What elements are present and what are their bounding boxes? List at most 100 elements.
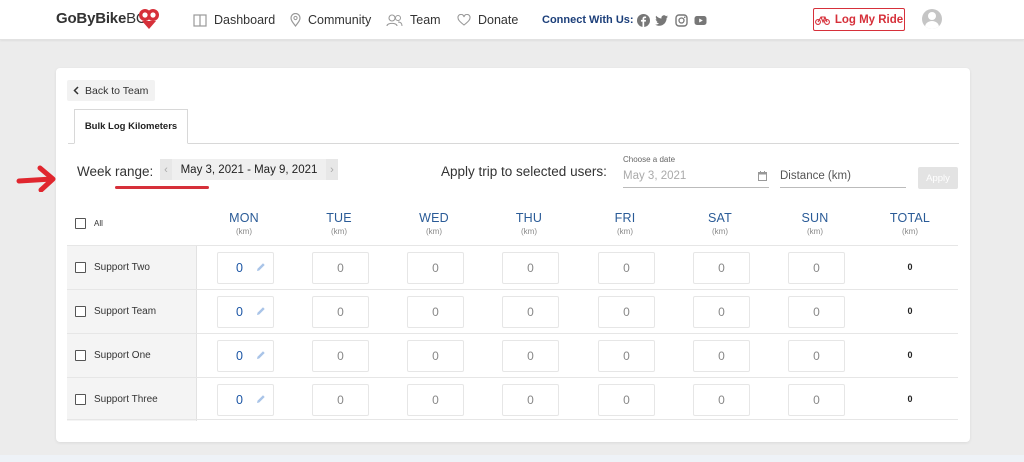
wed-km-input[interactable]: 0 [407, 340, 464, 372]
fri-km-input[interactable]: 0 [598, 296, 655, 328]
row-checkbox[interactable] [75, 350, 86, 361]
wed-km-input[interactable]: 0 [407, 384, 464, 416]
nav-dashboard[interactable]: Dashboard [193, 13, 275, 27]
wed-km-input[interactable]: 0 [407, 252, 464, 284]
user-name: Support Two [94, 262, 150, 273]
book-icon [193, 13, 207, 27]
pencil-icon[interactable] [256, 350, 266, 360]
sat-km-input[interactable]: 0 [693, 384, 750, 416]
column-fri: FRI (km) [590, 211, 660, 236]
pencil-icon[interactable] [256, 394, 266, 404]
date-caption: Choose a date [623, 155, 676, 164]
column-sat: SAT (km) [685, 211, 755, 236]
fri-km-input[interactable]: 0 [598, 340, 655, 372]
user-avatar[interactable] [922, 9, 942, 29]
previous-week-button[interactable]: ‹ [160, 159, 172, 180]
row-checkbox[interactable] [75, 262, 86, 273]
row-name-cell[interactable]: Support Two [67, 246, 197, 289]
nav-team[interactable]: Team [386, 13, 441, 27]
unit-label: (km) [521, 227, 537, 236]
fri-km-input[interactable]: 0 [598, 384, 655, 416]
column-sun: SUN (km) [780, 211, 850, 236]
connect-label: Connect With Us: [542, 14, 634, 26]
table-bottom-border [67, 419, 958, 420]
table-row: Support Two 0 0 0 0 0 0 0 0 [67, 245, 958, 289]
row-checkbox[interactable] [75, 306, 86, 317]
select-all-checkbox[interactable] [75, 218, 86, 229]
mon-km-input[interactable]: 0 [217, 252, 274, 284]
cell-value: 0 [236, 261, 243, 275]
site-logo[interactable]: GoByBikeBC [56, 10, 147, 27]
tab-divider [68, 143, 959, 144]
unit-label: (km) [426, 227, 442, 236]
sun-km-input[interactable]: 0 [788, 252, 845, 284]
avatar-head [928, 12, 936, 20]
day-label: WED [419, 211, 449, 225]
nav-community[interactable]: Community [290, 13, 371, 27]
bulk-log-card: Back to Team Bulk Log Kilometers Week ra… [56, 68, 970, 442]
unit-label: (km) [807, 227, 823, 236]
wed-km-input[interactable]: 0 [407, 296, 464, 328]
nav-team-label: Team [410, 13, 441, 27]
day-label: SUN [801, 211, 829, 225]
date-input[interactable]: May 3, 2021 [623, 169, 769, 188]
page-bottom-strip [0, 455, 1024, 462]
tue-km-input[interactable]: 0 [312, 384, 369, 416]
twitter-icon[interactable] [655, 14, 668, 27]
tue-km-input[interactable]: 0 [312, 340, 369, 372]
sat-km-input[interactable]: 0 [693, 340, 750, 372]
date-input-value: May 3, 2021 [623, 170, 687, 182]
week-range-value[interactable]: May 3, 2021 - May 9, 2021 [172, 159, 326, 180]
mon-km-input[interactable]: 0 [217, 296, 274, 328]
sat-km-input[interactable]: 0 [693, 252, 750, 284]
cell-value: 0 [236, 349, 243, 363]
row-name-cell[interactable]: Support One [67, 334, 197, 377]
cell-value: 0 [236, 305, 243, 319]
select-all[interactable]: All [75, 218, 103, 229]
day-label: MON [229, 211, 259, 225]
back-to-team-label: Back to Team [85, 84, 149, 97]
tue-km-input[interactable]: 0 [312, 252, 369, 284]
sun-km-input[interactable]: 0 [788, 340, 845, 372]
user-name: Support Team [94, 306, 157, 317]
day-label: TOTAL [889, 211, 931, 225]
day-label: TUE [326, 211, 352, 225]
facebook-icon[interactable] [637, 14, 650, 27]
map-pin-icon [290, 13, 301, 27]
row-checkbox[interactable] [75, 394, 86, 405]
annotation-underline [115, 186, 209, 189]
thu-km-input[interactable]: 0 [502, 340, 559, 372]
fri-km-input[interactable]: 0 [598, 252, 655, 284]
apply-button[interactable]: Apply [918, 167, 958, 189]
row-name-cell[interactable]: Support Three [67, 378, 197, 421]
nav-donate[interactable]: Donate [457, 13, 518, 27]
sun-km-input[interactable]: 0 [788, 384, 845, 416]
avatar-body [925, 21, 939, 29]
pencil-icon[interactable] [256, 306, 266, 316]
back-to-team-button[interactable]: Back to Team [67, 80, 156, 101]
nav-community-label: Community [308, 13, 372, 27]
sun-km-input[interactable]: 0 [788, 296, 845, 328]
pencil-icon[interactable] [256, 262, 266, 272]
thu-km-input[interactable]: 0 [502, 252, 559, 284]
row-total: 0 [907, 394, 913, 404]
column-mon: MON (km) [209, 211, 279, 236]
cell-value: 0 [236, 393, 243, 407]
select-all-label: All [94, 219, 103, 228]
thu-km-input[interactable]: 0 [502, 296, 559, 328]
youtube-icon[interactable] [694, 14, 707, 27]
mon-km-input[interactable]: 0 [217, 340, 274, 372]
mon-km-input[interactable]: 0 [217, 384, 274, 416]
tab-bulk-log-kilometers[interactable]: Bulk Log Kilometers [74, 109, 188, 144]
instagram-icon[interactable] [675, 14, 688, 27]
distance-input[interactable]: Distance (km) [780, 169, 906, 188]
row-name-cell[interactable]: Support Team [67, 290, 197, 333]
thu-km-input[interactable]: 0 [502, 384, 559, 416]
next-week-button[interactable]: › [326, 159, 338, 180]
day-label: SAT [708, 211, 732, 225]
tue-km-input[interactable]: 0 [312, 296, 369, 328]
log-my-ride-button[interactable]: Log My Ride [813, 8, 905, 31]
week-range-label: Week range: [77, 164, 154, 179]
day-label: FRI [614, 211, 636, 225]
sat-km-input[interactable]: 0 [693, 296, 750, 328]
